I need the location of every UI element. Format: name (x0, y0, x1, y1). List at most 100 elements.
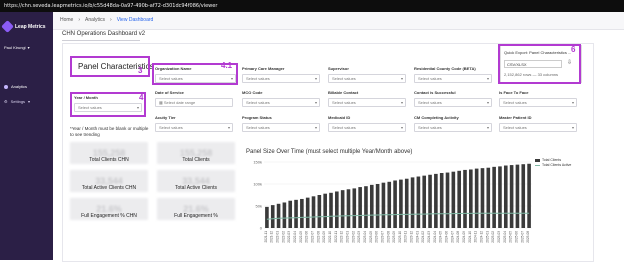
bar-total-clients (270, 205, 275, 228)
kpi-label: Total Clients (182, 157, 210, 163)
bar-total-clients (498, 166, 502, 228)
leap-logo-icon (1, 20, 14, 33)
bar-total-clients (492, 166, 496, 228)
filter-billable-contact[interactable]: Select values ▾ (328, 98, 406, 107)
legend-label: Total Clients (542, 158, 562, 162)
placeholder: Select values (246, 76, 270, 81)
x-tick-label: 2023-05 (369, 231, 373, 243)
breadcrumb: Home › Analytics › View Dashboard (60, 17, 153, 23)
filter-label-county: Residential County Code (BETA) (414, 66, 476, 71)
filter-program-status[interactable]: Select values ▾ (242, 123, 320, 132)
bar-total-clients (434, 173, 438, 228)
sidebar-item-settings[interactable]: ⚙ Settings ▾ (4, 99, 30, 104)
kpi-label: Full Engagement % CHN (81, 213, 137, 219)
annotation-box-6 (498, 44, 581, 84)
chevron-down-icon: ▾ (486, 100, 489, 105)
x-tick-label: 2022-02 (281, 231, 285, 243)
x-tick-label: 2022-12 (340, 231, 344, 243)
breadcrumb-analytics[interactable]: Analytics (85, 17, 105, 23)
chevron-down-icon: ▾ (486, 76, 489, 81)
breadcrumb-home[interactable]: Home (60, 17, 73, 23)
bar-total-clients (486, 167, 491, 228)
x-tick-label: 2023-09 (392, 231, 396, 243)
x-tick-label: 2024-02 (421, 231, 425, 243)
bar-total-clients (527, 163, 531, 228)
filter-mco-code[interactable]: Select values ▾ (242, 98, 320, 107)
bar-total-clients (515, 164, 520, 228)
breadcrumb-current[interactable]: View Dashboard (117, 17, 154, 23)
sidebar-item-analytics[interactable]: Analytics (4, 84, 27, 89)
filter-date-of-service[interactable]: ▦ Select date range (155, 98, 233, 107)
bar-total-clients (404, 178, 409, 228)
bar-total-clients (422, 175, 427, 228)
kpi-label: Total Active Clients CHN (81, 185, 137, 191)
legend-item: Total Clients Active (535, 163, 571, 168)
placeholder: Select values (246, 125, 270, 130)
filter-primary-care-manager[interactable]: Select values ▾ (242, 74, 320, 83)
x-tick-label: 2025-01 (485, 231, 489, 243)
x-tick-label: 2022-09 (322, 231, 326, 243)
filter-label-supervisor: Supervisor (328, 66, 349, 71)
x-tick-label: 2022-08 (316, 231, 320, 243)
bar-total-clients (346, 189, 351, 228)
filter-supervisor[interactable]: Select values ▾ (328, 74, 406, 83)
chevron-down-icon: ▾ (314, 125, 317, 130)
kpi-label: Total Active Clients (175, 185, 217, 191)
x-tick-label: 2022-06 (305, 231, 309, 243)
filter-label-mco-code: MCO Code (242, 90, 263, 95)
filter-face-to-face[interactable]: Select values ▾ (499, 98, 577, 107)
bar-total-clients (323, 193, 327, 228)
bar-total-clients (463, 169, 467, 228)
bar-total-clients (375, 184, 380, 228)
bar-total-clients (387, 181, 392, 228)
y-tick-label: 100k (253, 182, 262, 187)
x-tick-label: 2023-11 (404, 231, 408, 243)
placeholder: Select values (246, 100, 270, 105)
chevron-down-icon: ▾ (400, 100, 403, 105)
chevron-down-icon: ▾ (571, 125, 574, 130)
bar-total-clients (393, 180, 397, 228)
logo[interactable]: Leap Metrics (1, 20, 46, 33)
x-tick-label: 2024-11 (474, 231, 478, 243)
bar-total-clients (364, 186, 368, 228)
annotation-box-4 (70, 92, 146, 117)
chevron-down-icon: ▾ (486, 125, 489, 130)
placeholder: Select values (503, 125, 527, 130)
filter-cm-completing[interactable]: Select values ▾ (414, 123, 492, 132)
chart-icon (4, 84, 8, 89)
bar-total-clients (480, 168, 485, 228)
legend-label: Total Clients Active (542, 163, 572, 167)
user-menu[interactable]: Paul Kirungi ▾ (4, 45, 30, 50)
browser-url-bar[interactable]: https://chn.seveda.leapmetrics.io/b/c55d… (0, 0, 624, 12)
x-tick-label: 2023-12 (410, 231, 414, 243)
x-tick-label: 2023-02 (351, 231, 355, 243)
filter-label-program-status: Program Status (242, 115, 272, 120)
bar-total-clients (317, 195, 322, 228)
annotation-label-4: 4 (139, 93, 144, 102)
placeholder: Select values (418, 76, 442, 81)
bar-total-clients (399, 179, 403, 228)
filter-county[interactable]: Select values ▾ (414, 74, 492, 83)
filter-medicaid-id[interactable]: Select values ▾ (328, 123, 406, 132)
x-tick-label: 2025-06 (514, 231, 518, 243)
bar-total-clients (445, 172, 450, 228)
x-tick-label: 2022-01 (276, 231, 280, 243)
placeholder: Select values (418, 100, 442, 105)
x-tick-label: 2024-08 (456, 231, 460, 243)
placeholder: Select values (332, 76, 356, 81)
filter-contact-successful[interactable]: Select values ▾ (414, 98, 492, 107)
sidebar-item-label: Analytics (11, 84, 28, 89)
x-tick-label: 2022-04 (293, 231, 297, 243)
bar-total-clients (311, 196, 316, 228)
kpi-label: Full Engagement % (174, 213, 218, 219)
bar-total-clients (457, 170, 461, 228)
bar-total-clients (352, 188, 357, 228)
bar-total-clients (335, 191, 339, 228)
x-tick-label: 2021-12 (270, 231, 274, 243)
url-text: https://chn.seveda.leapmetrics.io/b/c55d… (4, 3, 218, 9)
sidebar: Leap Metrics Paul Kirungi ▾ Analytics ⚙ … (0, 12, 53, 260)
filter-acuity-tier[interactable]: Select values ▾ (155, 123, 233, 132)
chevron-right-icon: › (110, 17, 112, 23)
annotation-label-6: 6 (571, 45, 576, 54)
filter-master-patient-id[interactable]: Select values ▾ (499, 123, 577, 132)
